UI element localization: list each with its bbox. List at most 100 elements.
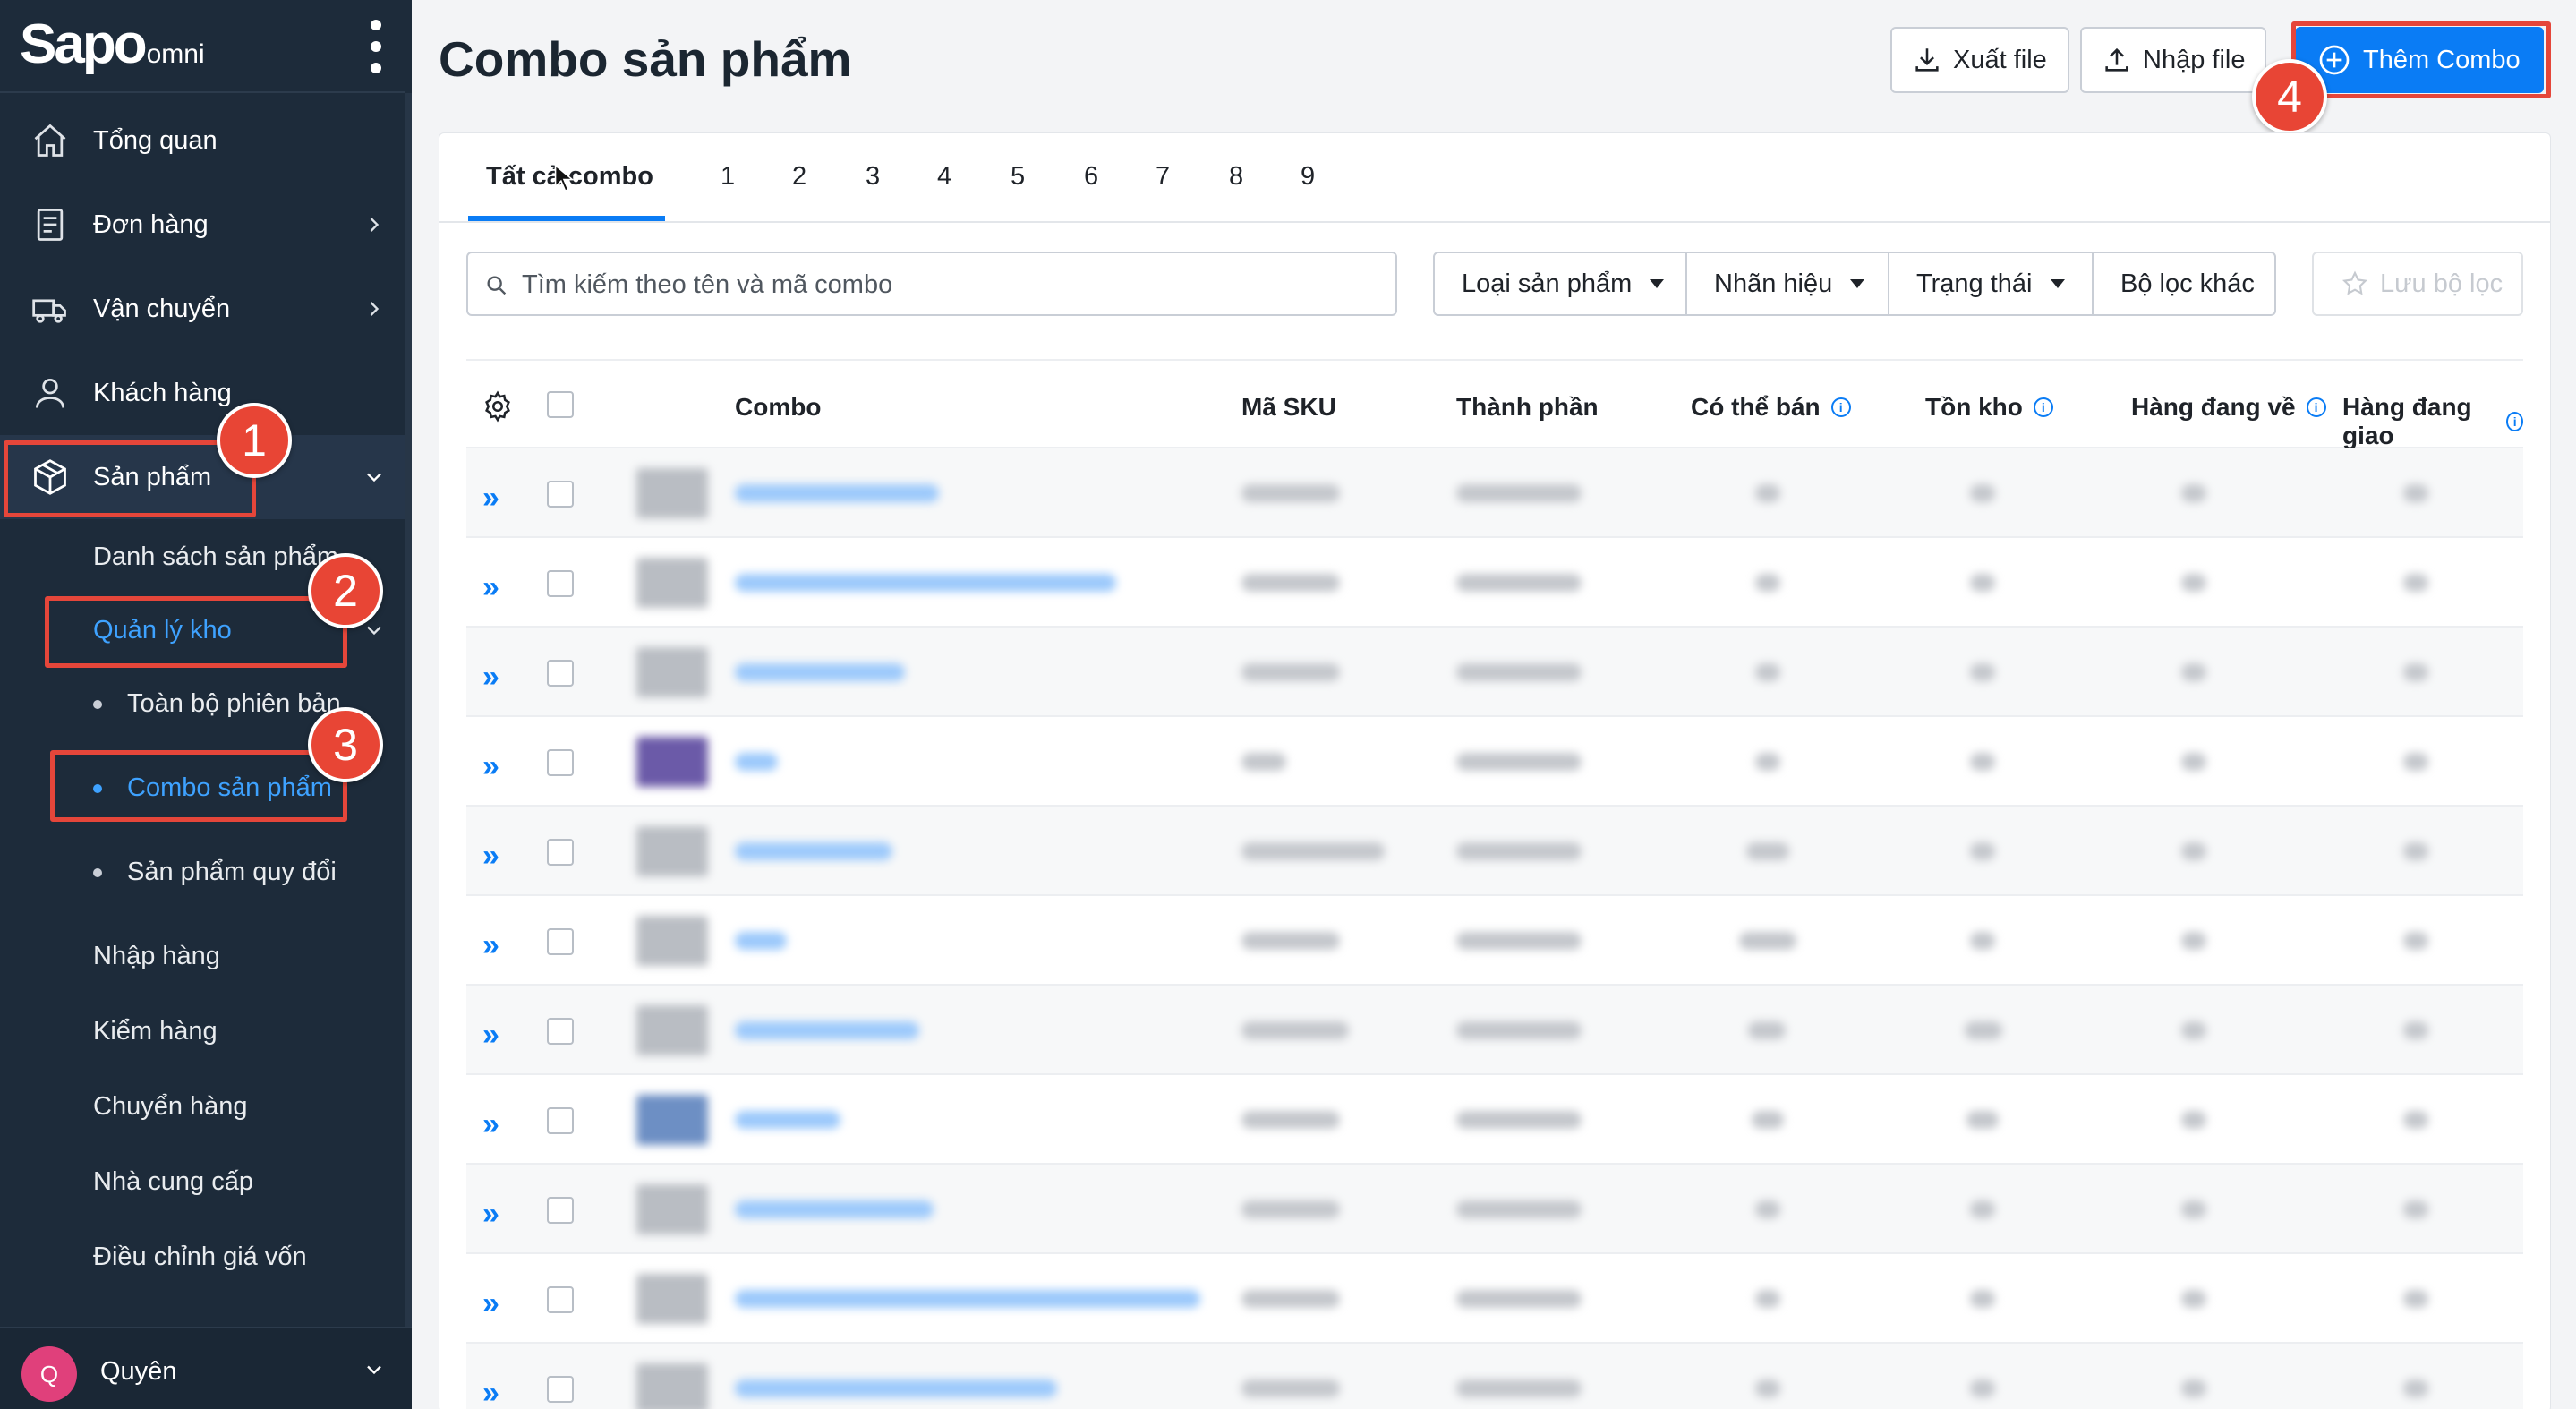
row-checkbox[interactable] (547, 660, 574, 687)
row-checkbox[interactable] (547, 1197, 574, 1224)
table-row[interactable]: » (466, 448, 2523, 538)
expand-icon[interactable]: » (482, 660, 499, 695)
combo-name-link[interactable] (735, 574, 1116, 592)
status-filter[interactable]: Trạng thái (1888, 252, 2094, 316)
row-checkbox[interactable] (547, 839, 574, 866)
table-row[interactable]: » (466, 717, 2523, 807)
expand-icon[interactable]: » (482, 839, 499, 874)
sidebar-item-overview[interactable]: Tổng quan (0, 98, 405, 183)
column-shipping: Hàng đang giao i (2342, 393, 2523, 450)
tab-7[interactable]: 7 (1156, 162, 1170, 192)
sidebar-item-customers[interactable]: Khách hàng (0, 351, 405, 435)
tab-2[interactable]: 2 (792, 162, 806, 192)
row-checkbox[interactable] (547, 749, 574, 776)
submenu-supplier[interactable]: Nhà cung cấp (93, 1167, 253, 1197)
combo-name-link[interactable] (735, 1290, 1200, 1308)
more-menu-icon[interactable] (365, 20, 387, 73)
combo-name-link[interactable] (735, 753, 778, 771)
sidebar-scrollbar[interactable] (405, 93, 412, 1328)
expand-icon[interactable]: » (482, 1107, 499, 1142)
table-row[interactable]: » (466, 1254, 2523, 1344)
table-row[interactable]: » (466, 807, 2523, 896)
sidebar: Sapoomni Tổng quan Đơn hàng Vận chuyển K… (0, 0, 412, 1409)
row-checkbox[interactable] (547, 1286, 574, 1313)
expand-icon[interactable]: » (482, 1286, 499, 1321)
filter-tabs: Tất cả combo 1 2 3 4 5 6 7 8 9 (439, 133, 2550, 223)
column-combo: Combo (735, 393, 821, 422)
save-filter-button[interactable]: Lưu bộ lọc (2312, 252, 2523, 316)
truck-icon (32, 299, 66, 323)
settings-gear-icon[interactable] (481, 389, 515, 423)
sidebar-item-shipping[interactable]: Vận chuyển (0, 267, 405, 351)
row-checkbox[interactable] (547, 481, 574, 508)
sidebar-item-orders[interactable]: Đơn hàng (0, 183, 405, 267)
info-icon[interactable]: i (2306, 397, 2326, 417)
submenu-cost-adjust[interactable]: Điều chỉnh giá vốn (93, 1242, 307, 1272)
tab-6[interactable]: 6 (1084, 162, 1098, 192)
import-file-button[interactable]: Nhập file (2080, 27, 2266, 93)
user-menu[interactable]: Q Quyên (0, 1327, 412, 1409)
submenu-transfer[interactable]: Chuyển hàng (93, 1092, 248, 1122)
expand-icon[interactable]: » (482, 1018, 499, 1053)
product-type-filter[interactable]: Loại sản phẩm (1433, 252, 1687, 316)
table-row[interactable]: » (466, 538, 2523, 628)
shipping-value (2403, 484, 2428, 502)
sku-value (1241, 574, 1340, 592)
combo-name-link[interactable] (735, 663, 905, 681)
select-all-checkbox[interactable] (547, 391, 574, 418)
other-filter-button[interactable]: Bộ lọc khác (2092, 252, 2276, 316)
row-checkbox[interactable] (547, 1107, 574, 1134)
tab-4[interactable]: 4 (937, 162, 951, 192)
expand-icon[interactable]: » (482, 481, 499, 516)
table-row[interactable]: » (466, 628, 2523, 717)
submenu-check[interactable]: Kiểm hàng (93, 1017, 218, 1046)
table-row[interactable]: » (466, 896, 2523, 986)
search-box[interactable] (466, 252, 1397, 316)
combo-name-link[interactable] (735, 932, 787, 950)
combo-name-link[interactable] (735, 1111, 840, 1129)
expand-icon[interactable]: » (482, 570, 499, 605)
combo-name-link[interactable] (735, 1200, 934, 1218)
column-label: Hàng đang giao (2342, 393, 2472, 449)
info-icon[interactable]: i (2033, 397, 2053, 417)
table-row[interactable]: » (466, 1344, 2523, 1409)
tab-9[interactable]: 9 (1301, 162, 1315, 192)
search-input[interactable] (522, 264, 1381, 305)
info-icon[interactable]: i (2506, 412, 2523, 431)
combo-name-link[interactable] (735, 1021, 919, 1039)
row-checkbox[interactable] (547, 570, 574, 597)
expand-icon[interactable]: » (482, 749, 499, 784)
row-checkbox[interactable] (547, 1376, 574, 1403)
info-icon[interactable]: i (1830, 397, 1851, 417)
row-checkbox[interactable] (547, 928, 574, 955)
expand-icon[interactable]: » (482, 928, 499, 963)
upload-icon (2105, 47, 2128, 72)
table-row[interactable]: » (466, 1075, 2523, 1165)
sapo-logo[interactable]: Sapoomni (20, 13, 205, 76)
expand-icon[interactable]: » (482, 1376, 499, 1409)
column-available: Có thể bán i (1691, 393, 1851, 422)
submenu-converted[interactable]: Sản phẩm quy đổi (127, 858, 337, 887)
components-value (1456, 932, 1582, 950)
combo-name-link[interactable] (735, 484, 939, 502)
combo-name-link[interactable] (735, 842, 892, 860)
tab-5[interactable]: 5 (1011, 162, 1025, 192)
stock-value (1970, 932, 1995, 950)
tab-8[interactable]: 8 (1229, 162, 1243, 192)
shipping-value (2403, 932, 2428, 950)
brand-filter[interactable]: Nhãn hiệu (1685, 252, 1889, 316)
tab-1[interactable]: 1 (721, 162, 735, 192)
tab-3[interactable]: 3 (866, 162, 880, 192)
submenu-product-list[interactable]: Danh sách sản phẩm (93, 542, 338, 572)
row-checkbox[interactable] (547, 1018, 574, 1045)
table-row[interactable]: » (466, 1165, 2523, 1254)
submenu-import[interactable]: Nhập hàng (93, 942, 220, 971)
table-row[interactable]: » (466, 986, 2523, 1075)
export-file-button[interactable]: Xuất file (1890, 27, 2069, 93)
expand-icon[interactable]: » (482, 1197, 499, 1232)
sku-value (1241, 1111, 1340, 1129)
save-filter-label: Lưu bộ lọc (2380, 269, 2503, 298)
combo-name-link[interactable] (735, 1379, 1057, 1397)
incoming-value (2181, 484, 2206, 502)
submenu-all-variants[interactable]: Toàn bộ phiên bản (127, 689, 341, 719)
